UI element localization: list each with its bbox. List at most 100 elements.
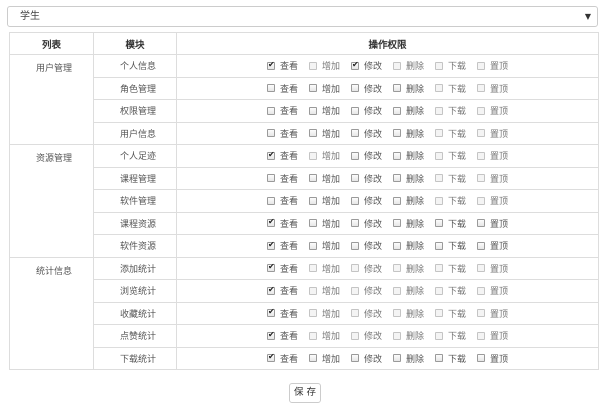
permission-item[interactable]: 删除	[393, 307, 424, 320]
permission-item[interactable]: 删除	[393, 194, 424, 207]
permission-item[interactable]: 查看	[266, 284, 298, 297]
permission-item[interactable]: 置顶	[477, 239, 508, 252]
permission-checkbox[interactable]	[266, 262, 275, 273]
permission-item[interactable]: 修改	[350, 307, 382, 320]
permission-item[interactable]: 查看	[266, 194, 298, 207]
permission-item[interactable]: 下载	[435, 59, 466, 72]
permission-checkbox[interactable]	[393, 129, 401, 138]
permission-checkbox[interactable]	[350, 151, 359, 160]
permission-item[interactable]: 增加	[308, 172, 340, 185]
permission-item[interactable]: 修改	[350, 172, 382, 185]
permission-item[interactable]: 删除	[393, 329, 424, 342]
permission-item[interactable]: 修改	[350, 329, 382, 342]
permission-checkbox[interactable]	[350, 106, 359, 115]
permission-checkbox[interactable]	[350, 129, 359, 138]
permission-checkbox[interactable]	[266, 352, 275, 363]
permission-item[interactable]: 修改	[350, 217, 382, 230]
permission-checkbox[interactable]	[350, 241, 359, 250]
permission-checkbox[interactable]	[308, 129, 317, 138]
permission-checkbox[interactable]	[350, 219, 359, 228]
permission-checkbox[interactable]	[393, 241, 401, 250]
permission-checkbox[interactable]	[393, 106, 401, 115]
permission-item[interactable]: 修改	[350, 262, 382, 275]
permission-checkbox[interactable]	[266, 240, 275, 250]
permission-item[interactable]: 置顶	[477, 172, 508, 185]
permission-checkbox[interactable]	[435, 241, 444, 250]
permission-item[interactable]: 查看	[266, 262, 298, 275]
role-select[interactable]: 学生 ▼	[7, 6, 598, 27]
permission-item[interactable]: 置顶	[477, 262, 508, 275]
permission-item[interactable]: 下载	[435, 194, 466, 207]
permission-item[interactable]: 修改	[350, 82, 382, 95]
permission-item[interactable]: 修改	[350, 149, 382, 162]
permission-item[interactable]: 下载	[435, 307, 466, 320]
permission-item[interactable]: 删除	[393, 104, 424, 117]
permission-item[interactable]: 修改	[350, 127, 382, 140]
permission-item[interactable]: 查看	[266, 352, 298, 365]
permission-item[interactable]: 删除	[393, 217, 424, 230]
permission-item[interactable]: 修改	[350, 239, 382, 252]
permission-checkbox[interactable]	[308, 241, 317, 250]
permission-item[interactable]: 查看	[266, 239, 298, 252]
permission-item[interactable]: 下载	[435, 127, 466, 140]
permission-checkbox[interactable]	[266, 285, 275, 295]
permission-item[interactable]: 下载	[435, 104, 466, 117]
permission-item[interactable]: 增加	[308, 59, 340, 72]
permission-item[interactable]: 置顶	[477, 82, 508, 95]
permission-item[interactable]: 查看	[266, 82, 298, 95]
permission-checkbox[interactable]	[435, 219, 444, 228]
permission-checkbox[interactable]	[393, 174, 401, 183]
permission-item[interactable]: 修改	[350, 59, 382, 72]
permission-checkbox[interactable]	[350, 174, 359, 183]
permission-checkbox[interactable]	[308, 84, 317, 93]
permission-checkbox[interactable]	[393, 354, 401, 363]
permission-checkbox[interactable]	[477, 354, 486, 363]
permission-checkbox[interactable]	[266, 307, 275, 318]
permission-item[interactable]: 查看	[266, 329, 298, 342]
permission-item[interactable]: 查看	[266, 127, 298, 140]
permission-item[interactable]: 查看	[266, 217, 298, 230]
save-button[interactable]: 保 存	[289, 383, 321, 403]
permission-checkbox[interactable]	[308, 219, 317, 228]
permission-checkbox[interactable]	[393, 219, 401, 228]
permission-item[interactable]: 置顶	[477, 217, 508, 230]
permission-item[interactable]: 置顶	[477, 329, 508, 342]
permission-checkbox[interactable]	[266, 60, 275, 70]
permission-checkbox[interactable]	[350, 354, 359, 363]
permission-checkbox[interactable]	[266, 217, 275, 228]
permission-checkbox[interactable]	[477, 241, 486, 250]
permission-item[interactable]: 删除	[393, 284, 424, 297]
permission-item[interactable]: 增加	[308, 307, 340, 320]
permission-item[interactable]: 增加	[308, 217, 340, 230]
permission-item[interactable]: 置顶	[477, 307, 508, 320]
permission-checkbox[interactable]	[350, 196, 359, 205]
permission-item[interactable]: 删除	[393, 82, 424, 95]
permission-checkbox[interactable]	[350, 60, 359, 70]
permission-item[interactable]: 增加	[308, 239, 340, 252]
permission-checkbox[interactable]	[393, 151, 401, 160]
permission-item[interactable]: 增加	[308, 194, 340, 207]
permission-item[interactable]: 下载	[435, 262, 466, 275]
permission-item[interactable]: 删除	[393, 172, 424, 185]
permission-item[interactable]: 下载	[435, 239, 466, 252]
permission-item[interactable]: 删除	[393, 262, 424, 275]
permission-item[interactable]: 删除	[393, 149, 424, 162]
permission-item[interactable]: 增加	[308, 329, 340, 342]
permission-item[interactable]: 下载	[435, 82, 466, 95]
permission-item[interactable]: 下载	[435, 149, 466, 162]
permission-item[interactable]: 修改	[350, 194, 382, 207]
permission-item[interactable]: 修改	[350, 104, 382, 117]
permission-item[interactable]: 增加	[308, 82, 340, 95]
permission-item[interactable]: 删除	[393, 127, 424, 140]
permission-checkbox[interactable]	[266, 129, 275, 138]
permission-item[interactable]: 修改	[350, 284, 382, 297]
permission-item[interactable]: 下载	[435, 284, 466, 297]
permission-item[interactable]: 查看	[266, 104, 298, 117]
permission-item[interactable]: 下载	[435, 172, 466, 185]
permission-item[interactable]: 增加	[308, 104, 340, 117]
permission-checkbox[interactable]	[266, 84, 275, 93]
permission-checkbox[interactable]	[266, 330, 275, 340]
permission-item[interactable]: 查看	[266, 172, 298, 185]
permission-checkbox[interactable]	[308, 174, 317, 183]
permission-checkbox[interactable]	[435, 354, 444, 363]
